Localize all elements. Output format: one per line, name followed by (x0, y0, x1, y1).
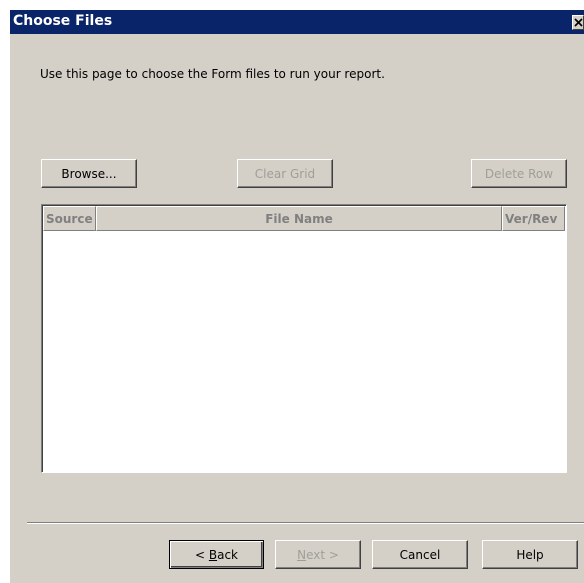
next-button-label: Next > (297, 547, 339, 562)
browse-button-label: Browse... (61, 166, 117, 181)
browse-button[interactable]: Browse... (41, 159, 137, 188)
title-bar: Choose Files (10, 10, 584, 34)
window-title: Choose Files (13, 13, 113, 29)
clear-grid-button[interactable]: Clear Grid (237, 159, 333, 188)
close-button[interactable] (572, 15, 584, 30)
cancel-button-label: Cancel (399, 547, 441, 562)
back-button[interactable]: < Back (169, 540, 264, 569)
column-header-source[interactable]: Source (43, 206, 96, 231)
page-description: Use this page to choose the Form files t… (40, 67, 385, 81)
back-button-label: < Back (194, 547, 238, 562)
grid-header: Source File Name Ver/Rev (43, 206, 565, 231)
next-button[interactable]: Next > (275, 540, 361, 569)
delete-row-button-label: Delete Row (484, 166, 554, 181)
delete-row-button[interactable]: Delete Row (471, 159, 567, 188)
help-button-label: Help (516, 547, 544, 562)
help-button[interactable]: Help (482, 540, 578, 569)
cancel-button[interactable]: Cancel (372, 540, 468, 569)
column-header-file-name[interactable]: File Name (96, 206, 502, 231)
clear-grid-button-label: Clear Grid (254, 166, 316, 181)
file-grid[interactable]: Source File Name Ver/Rev (41, 204, 567, 473)
footer-separator (27, 522, 584, 524)
close-icon (574, 18, 583, 27)
choose-files-dialog: Choose Files Use this page to choose the… (10, 10, 584, 583)
column-header-ver-rev[interactable]: Ver/Rev (502, 206, 565, 231)
